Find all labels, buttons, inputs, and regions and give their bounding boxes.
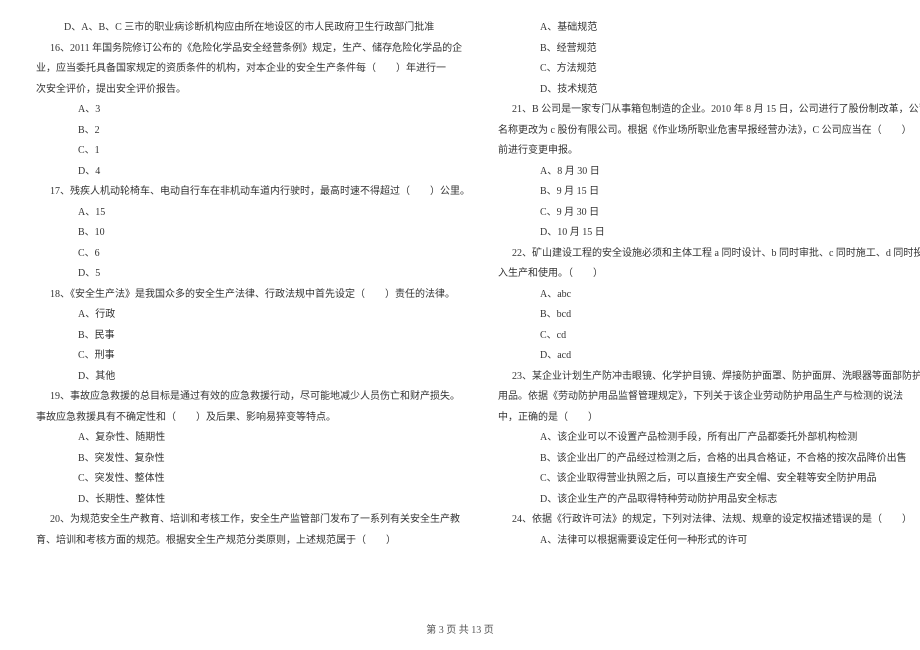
right-line: A、法律可以根据需要设定任何一种形式的许可 [498,531,920,552]
right-line: 用品。依据《劳动防护用品监督管理规定》，下列关于该企业劳动防护用品生产与检测的说… [498,387,920,408]
right-line: B、9 月 15 日 [498,182,920,203]
right-line: D、技术规范 [498,80,920,101]
right-line: A、8 月 30 日 [498,162,920,183]
right-line: C、该企业取得营业执照之后，可以直接生产安全帽、安全鞋等安全防护用品 [498,469,920,490]
right-line: C、方法规范 [498,59,920,80]
left-line: 次安全评价，提出安全评价报告。 [36,80,470,101]
left-line: 事故应急救援具有不确定性和（ ）及后果、影响易猝变等特点。 [36,408,470,429]
left-line: A、15 [36,203,470,224]
right-line: C、9 月 30 日 [498,203,920,224]
right-line: A、该企业可以不设置产品检测手段，所有出厂产品都委托外部机构检测 [498,428,920,449]
right-line: 中，正确的是（ ） [498,408,920,429]
right-line: 24、依据《行政许可法》的规定，下列对法律、法规、规章的设定权描述错误的是（ ） [498,510,920,531]
right-line: B、经营规范 [498,39,920,60]
left-line: A、3 [36,100,470,121]
left-line: B、民事 [36,326,470,347]
left-line: 20、为规范安全生产教育、培训和考核工作，安全生产监管部门发布了一系列有关安全生… [36,510,470,531]
left-line: A、复杂性、随期性 [36,428,470,449]
right-line: A、基础规范 [498,18,920,39]
left-line: A、行政 [36,305,470,326]
right-line: 名称更改为 c 股份有限公司。根据《作业场所职业危害早报经营办法》，C 公司应当… [498,121,920,142]
left-line: B、2 [36,121,470,142]
left-line: 18、《安全生产法》是我国众多的安全生产法律、行政法规中首先设定（ ）责任的法律… [36,285,470,306]
left-line: 17、残疾人机动轮椅车、电动自行车在非机动车道内行驶时，最高时速不得超过（ ）公… [36,182,470,203]
right-line: A、abc [498,285,920,306]
left-line: 16、2011 年国务院修订公布的《危险化学品安全经营条例》规定，生产、储存危险… [36,39,470,60]
right-line: D、10 月 15 日 [498,223,920,244]
left-line: C、刑事 [36,346,470,367]
right-line: 前进行变更申报。 [498,141,920,162]
left-line: D、长期性、整体性 [36,490,470,511]
right-line: 入生产和使用。（ ） [498,264,920,285]
right-line: 21、B 公司是一家专门从事箱包制造的企业。2010 年 8 月 15 日，公司… [498,100,920,121]
left-line: B、10 [36,223,470,244]
right-line: B、bcd [498,305,920,326]
left-line: D、5 [36,264,470,285]
left-line: B、突发性、复杂性 [36,449,470,470]
left-line: D、其他 [36,367,470,388]
page-footer: 第 3 页 共 13 页 [0,621,920,636]
left-line: 19、事故应急救援的总目标是通过有效的应急救援行动，尽可能地减少人员伤亡和财产损… [36,387,470,408]
left-line: C、突发性、整体性 [36,469,470,490]
right-column: A、基础规范B、经营规范C、方法规范D、技术规范21、B 公司是一家专门从事箱包… [498,18,920,608]
left-line: 育、培训和考核方面的规范。根据安全生产规范分类原则，上述规范属于（ ） [36,531,470,552]
right-line: 22、矿山建设工程的安全设施必须和主体工程 a 同时设计、b 同时审批、c 同时… [498,244,920,265]
right-line: B、该企业出厂的产品经过检测之后，合格的出具合格证，不合格的按次品降价出售 [498,449,920,470]
right-line: D、acd [498,346,920,367]
left-line: D、4 [36,162,470,183]
right-line: D、该企业生产的产品取得特种劳动防护用品安全标志 [498,490,920,511]
right-line: 23、某企业计划生产防冲击眼镜、化学护目镜、焊接防护面罩、防护面屏、洗眼器等面部… [498,367,920,388]
two-column-layout: D、A、B、C 三市的职业病诊断机构应由所在地设区的市人民政府卫生行政部门批准1… [36,18,884,608]
left-line: C、1 [36,141,470,162]
left-line: D、A、B、C 三市的职业病诊断机构应由所在地设区的市人民政府卫生行政部门批准 [36,18,470,39]
left-line: 业，应当委托具备国家规定的资质条件的机构，对本企业的安全生产条件每（ ）年进行一 [36,59,470,80]
right-line: C、cd [498,326,920,347]
left-line: C、6 [36,244,470,265]
left-column: D、A、B、C 三市的职业病诊断机构应由所在地设区的市人民政府卫生行政部门批准1… [36,18,470,608]
